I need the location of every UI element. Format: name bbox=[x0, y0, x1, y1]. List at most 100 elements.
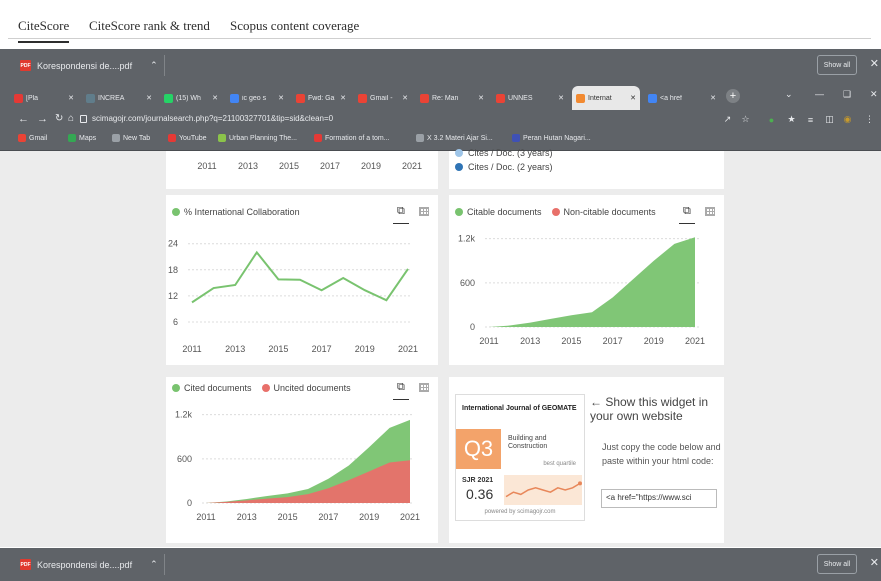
browser-tab[interactable]: Re: Man ✕ bbox=[416, 86, 488, 110]
series-area[interactable] bbox=[489, 237, 695, 327]
bookmark-label: YouTube bbox=[179, 134, 207, 142]
x-tick-label: 2021 bbox=[400, 512, 420, 522]
maximize-icon[interactable]: ❑ bbox=[843, 89, 851, 100]
tab-scopus-content-coverage[interactable]: Scopus content coverage bbox=[230, 18, 359, 34]
share-icon[interactable]: ↗ bbox=[722, 114, 733, 125]
bookmark-star-icon[interactable]: ☆ bbox=[740, 114, 751, 125]
gmail-icon bbox=[420, 93, 429, 103]
browser-tab[interactable]: <a href ✕ bbox=[644, 86, 720, 110]
close-tab-icon[interactable]: ✕ bbox=[710, 94, 716, 102]
reload-icon[interactable]: ↻ bbox=[55, 113, 63, 124]
download-item[interactable]: PDF Korespondensi de....pdf ⌃ bbox=[8, 552, 158, 577]
line-chart: 24 18 12 6 2011 2013 2015 2017 2019 2021 bbox=[168, 239, 418, 354]
sjr-widget[interactable]: International Journal of GEOMATE Q3 Buil… bbox=[455, 394, 585, 521]
bookmark-item[interactable]: Urban Planning The... bbox=[218, 134, 297, 142]
address-bar-row: ← → ↻ ⌂ scimagojr.com/journalsearch.php?… bbox=[0, 110, 881, 131]
close-icon[interactable]: ✕ bbox=[870, 57, 879, 70]
download-item[interactable]: PDF Korespondensi de....pdf ⌃ bbox=[8, 53, 158, 78]
sparkline-line bbox=[505, 482, 581, 498]
x-tick-label: 2017 bbox=[318, 512, 338, 522]
close-icon[interactable]: ✕ bbox=[870, 556, 879, 569]
browser-tab[interactable]: UNNES ✕ bbox=[492, 86, 568, 110]
reading-list-icon[interactable]: ≡ bbox=[805, 114, 816, 125]
bookmark-item[interactable]: Maps bbox=[68, 134, 96, 142]
browser-tab[interactable]: ic geo s ✕ bbox=[226, 86, 288, 110]
show-all-button[interactable]: Show all bbox=[817, 554, 857, 574]
new-tab-button[interactable]: + bbox=[726, 89, 740, 103]
y-tick-label: 600 bbox=[177, 454, 192, 464]
x-tick-label: 2015 bbox=[561, 336, 581, 346]
minimize-icon[interactable]: — bbox=[815, 89, 824, 99]
bookmark-item[interactable]: New Tab bbox=[112, 134, 150, 142]
browser-tab-label: INCREA bbox=[98, 94, 125, 102]
bookmark-favicon-icon bbox=[512, 134, 520, 142]
profile-avatar-icon[interactable]: ◉ bbox=[842, 114, 853, 125]
legend-item: Cites / Doc. (2 years) bbox=[455, 162, 553, 172]
area-chart: 1.2k 600 0 2011 2013 2015 2017 2019 2021 bbox=[175, 410, 420, 522]
close-tab-icon[interactable]: ✕ bbox=[558, 94, 564, 102]
bookmark-label: Formation of a tom... bbox=[325, 134, 390, 142]
bookmark-item[interactable]: Formation of a tom... bbox=[314, 134, 390, 142]
close-tab-icon[interactable]: ✕ bbox=[146, 94, 152, 102]
x-tick-label: 2019 bbox=[360, 161, 382, 171]
close-tab-icon[interactable]: ✕ bbox=[212, 94, 218, 102]
extensions-icon[interactable]: ★ bbox=[786, 114, 797, 125]
close-tab-icon[interactable]: ✕ bbox=[478, 94, 484, 102]
browser-tab[interactable]: (15) Wh ✕ bbox=[160, 86, 222, 110]
forward-icon[interactable]: → bbox=[37, 113, 48, 125]
bookmark-favicon-icon bbox=[68, 134, 76, 142]
browser-tab-label: Fwd: Gal bbox=[308, 94, 336, 102]
tab-citescore[interactable]: CiteScore bbox=[18, 18, 70, 43]
legend-dot bbox=[455, 149, 463, 157]
url-field[interactable]: scimagojr.com/journalsearch.php?q=211003… bbox=[92, 114, 333, 123]
browser-tab-label: [Pla bbox=[26, 94, 39, 102]
x-tick-label: 2013 bbox=[520, 336, 540, 346]
bookmarks-bar: Gmail Maps New Tab YouTube Urban Planning Th… bbox=[0, 131, 881, 151]
bookmark-favicon-icon bbox=[218, 134, 226, 142]
widget-info-headline: ← Show this widget in your own website bbox=[590, 395, 709, 423]
y-tick-label: 18 bbox=[168, 265, 178, 275]
browser-tab[interactable]: Fwd: Gal ✕ bbox=[292, 86, 350, 110]
home-icon[interactable]: ⌂ bbox=[68, 113, 74, 124]
browser-tab[interactable]: Internat ✕ bbox=[572, 86, 640, 110]
show-all-button[interactable]: Show all bbox=[817, 55, 857, 75]
close-window-icon[interactable]: ✕ bbox=[870, 89, 878, 100]
tab-citescore-rank-trend[interactable]: CiteScore rank & trend bbox=[89, 18, 210, 34]
bookmark-item[interactable]: Gmail bbox=[18, 134, 47, 142]
legend-label: Cites / Doc. (3 years) bbox=[468, 148, 553, 158]
browser-tab[interactable]: [Pla ✕ bbox=[10, 86, 78, 110]
x-tick-label: 2021 bbox=[401, 161, 423, 171]
chevron-up-icon[interactable]: ⌃ bbox=[150, 60, 158, 71]
browser-tab-label: Gmail - bbox=[370, 94, 393, 102]
bookmark-label: X 3.2 Materi Ajar Si... bbox=[427, 134, 493, 142]
close-tab-icon[interactable]: ✕ bbox=[630, 94, 636, 102]
close-tab-icon[interactable]: ✕ bbox=[340, 94, 346, 102]
close-tab-icon[interactable]: ✕ bbox=[68, 94, 74, 102]
chevron-down-icon[interactable]: ⌄ bbox=[785, 89, 793, 100]
browser-tab[interactable]: INCREA ✕ bbox=[82, 86, 156, 110]
youtube-icon bbox=[14, 93, 23, 103]
menu-icon[interactable]: ⋮ bbox=[864, 114, 875, 125]
extension-g-icon[interactable]: ● bbox=[766, 114, 777, 125]
x-tick-label: 2015 bbox=[278, 512, 298, 522]
x-tick-label: 2021 bbox=[685, 336, 705, 346]
bookmark-item[interactable]: X 3.2 Materi Ajar Si... bbox=[416, 134, 493, 142]
bookmark-item[interactable]: YouTube bbox=[168, 134, 207, 142]
divider bbox=[164, 55, 165, 76]
browser-tab[interactable]: Gmail - ✕ bbox=[354, 86, 412, 110]
back-icon[interactable]: ← bbox=[18, 113, 29, 125]
widget-code-field[interactable]: <a href="https://www.sci bbox=[601, 489, 717, 508]
gmail-icon bbox=[358, 93, 367, 103]
y-tick-label: 24 bbox=[168, 239, 178, 249]
close-tab-icon[interactable]: ✕ bbox=[402, 94, 408, 102]
chevron-up-icon[interactable]: ⌃ bbox=[150, 559, 158, 570]
side-panel-icon[interactable]: ◫ bbox=[824, 114, 835, 125]
lock-icon[interactable] bbox=[80, 115, 87, 123]
bookmark-item[interactable]: Peran Hutan Nagari... bbox=[512, 134, 591, 142]
series-line[interactable] bbox=[191, 250, 409, 304]
x-tick-label: 2013 bbox=[225, 344, 245, 354]
sjr-year-label: SJR 2021 bbox=[462, 477, 494, 484]
y-tick-label: 600 bbox=[460, 278, 475, 288]
close-tab-icon[interactable]: ✕ bbox=[278, 94, 284, 102]
widget-category: Building and Construction bbox=[508, 435, 548, 450]
